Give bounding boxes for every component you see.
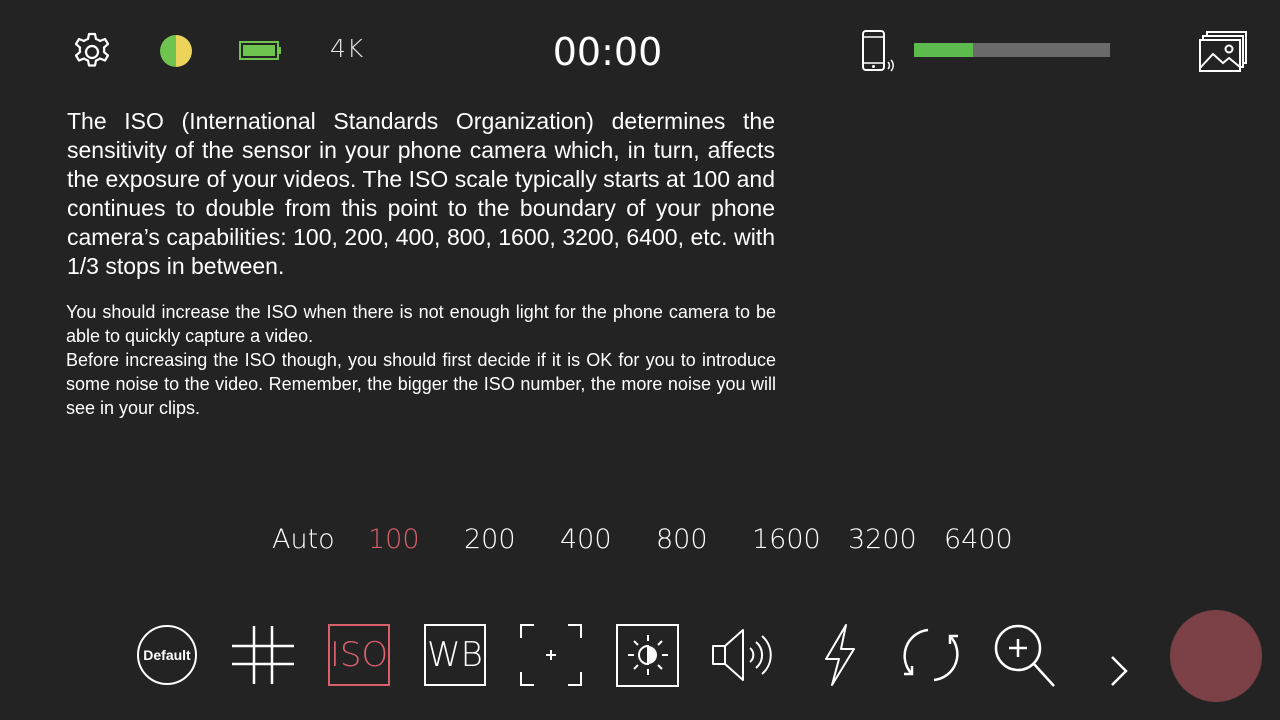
recording-timer: 00:00 [552, 30, 663, 74]
chevron-right-icon[interactable] [1108, 654, 1130, 688]
speaker-icon[interactable] [710, 622, 776, 688]
focus-icon[interactable] [518, 622, 584, 688]
iso-advice: You should increase the ISO when there i… [66, 300, 776, 420]
exposure-icon[interactable] [615, 622, 681, 688]
iso-option-1600[interactable]: 1600 [752, 524, 821, 555]
iso-button[interactable]: ISO [328, 624, 390, 686]
iso-advice-line-1: You should increase the ISO when there i… [66, 302, 776, 346]
iso-option-100[interactable]: 100 [368, 524, 420, 555]
storage-bar [914, 43, 1110, 57]
grid-icon[interactable] [230, 622, 296, 688]
iso-advice-line-2: Before increasing the ISO though, you sh… [66, 350, 776, 418]
iso-option-auto[interactable]: Auto [272, 524, 335, 555]
iso-option-400[interactable]: 400 [560, 524, 612, 555]
gear-icon[interactable] [70, 30, 114, 74]
rotate-icon[interactable] [898, 622, 964, 688]
iso-option-3200[interactable]: 3200 [848, 524, 917, 555]
flash-icon[interactable] [806, 622, 872, 688]
storage-bar-fill [914, 43, 973, 57]
quality-label[interactable]: 4K [330, 34, 364, 63]
half-circle-icon[interactable] [159, 34, 193, 68]
iso-option-200[interactable]: 200 [464, 524, 516, 555]
default-button[interactable]: Default [137, 625, 197, 685]
iso-option-6400[interactable]: 6400 [944, 524, 1013, 555]
gallery-icon[interactable] [1198, 30, 1248, 74]
record-button[interactable] [1170, 610, 1262, 702]
phone-icon [860, 30, 896, 72]
white-balance-button[interactable]: WB [424, 624, 486, 686]
iso-option-800[interactable]: 800 [656, 524, 708, 555]
camera-screen: 4K 00:00 The ISO (International Standard… [0, 0, 1280, 720]
battery-icon [239, 40, 283, 62]
iso-description: The ISO (International Standards Organiz… [67, 108, 775, 279]
zoom-in-icon[interactable] [992, 622, 1058, 688]
